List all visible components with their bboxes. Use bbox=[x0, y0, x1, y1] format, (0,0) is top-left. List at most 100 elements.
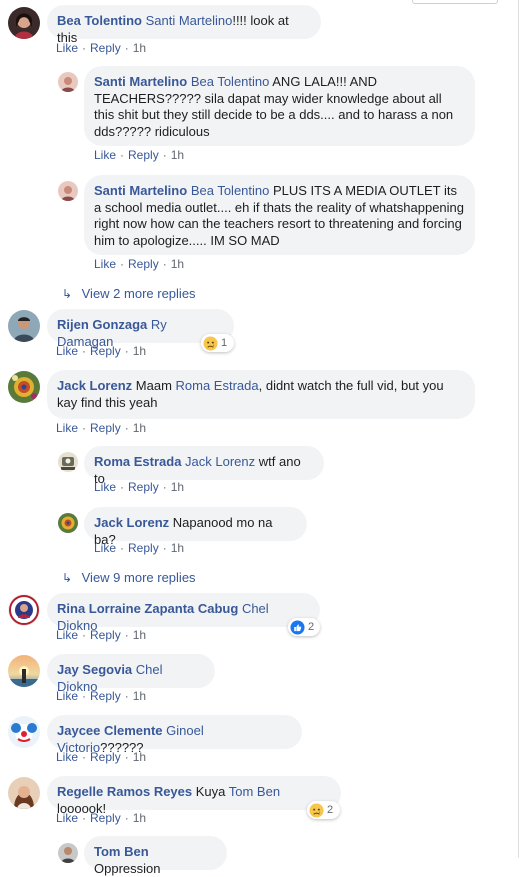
separator: · bbox=[82, 689, 87, 703]
view-more-replies-link[interactable]: ↳ View 2 more replies bbox=[62, 286, 196, 301]
separator: · bbox=[120, 480, 125, 494]
comment-time[interactable]: 1h bbox=[171, 480, 184, 494]
comment-time[interactable]: 1h bbox=[133, 344, 146, 358]
reply-link[interactable]: Reply bbox=[90, 750, 121, 764]
comment-time[interactable]: 1h bbox=[133, 628, 146, 642]
comment-bubble: Santi Martelino Bea Tolentino PLUS ITS A… bbox=[84, 175, 475, 255]
reply-link[interactable]: Reply bbox=[128, 541, 159, 555]
reaction-count: 2 bbox=[308, 621, 315, 633]
view-more-replies-label[interactable]: View 2 more replies bbox=[82, 286, 196, 301]
panel-border bbox=[518, 0, 519, 858]
like-link[interactable]: Like bbox=[94, 257, 116, 271]
comment-time[interactable]: 1h bbox=[133, 41, 146, 55]
avatar[interactable] bbox=[8, 594, 40, 626]
reply-link[interactable]: Reply bbox=[90, 689, 121, 703]
comment-bubble: Rina Lorraine Zapanta Cabug Chel Diokno bbox=[47, 593, 320, 633]
comment-author[interactable]: Santi Martelino bbox=[94, 74, 187, 89]
comment-time[interactable]: 1h bbox=[171, 148, 184, 162]
comment-bubble: Jack Lorenz Maam Roma Estrada, didnt wat… bbox=[47, 370, 475, 419]
comment-bubble: Tom Ben Oppression bbox=[84, 836, 227, 876]
like-link[interactable]: Like bbox=[56, 689, 78, 703]
reply-link[interactable]: Reply bbox=[90, 811, 121, 825]
separator: · bbox=[82, 811, 87, 825]
avatar[interactable] bbox=[8, 371, 40, 403]
comment-author[interactable]: Tom Ben bbox=[94, 844, 149, 859]
like-link[interactable]: Like bbox=[56, 41, 78, 55]
comment-actions: Like · Reply · 1h bbox=[94, 257, 184, 271]
comment-text-prefix: Maam bbox=[135, 378, 176, 393]
reaction-count: 1 bbox=[221, 337, 228, 349]
avatar[interactable] bbox=[8, 310, 40, 342]
avatar[interactable] bbox=[8, 716, 40, 748]
sad-emoji-icon bbox=[309, 802, 324, 818]
comment-time[interactable]: 1h bbox=[133, 750, 146, 764]
reply-link[interactable]: Reply bbox=[90, 421, 121, 435]
comment-mention[interactable]: Bea Tolentino bbox=[191, 183, 270, 198]
comment-bubble: Roma Estrada Jack Lorenz wtf ano to bbox=[84, 446, 324, 486]
comment-author[interactable]: Jaycee Clemente bbox=[57, 723, 163, 738]
view-more-replies-label[interactable]: View 9 more replies bbox=[82, 570, 196, 585]
view-more-replies-link[interactable]: ↳ View 9 more replies bbox=[62, 570, 196, 585]
comment-author[interactable]: Roma Estrada bbox=[94, 454, 181, 469]
comment-author[interactable]: Rina Lorraine Zapanta Cabug bbox=[57, 601, 238, 616]
like-link[interactable]: Like bbox=[94, 148, 116, 162]
like-link[interactable]: Like bbox=[56, 811, 78, 825]
comment-author[interactable]: Jay Segovia bbox=[57, 662, 132, 677]
comment-author[interactable]: Rijen Gonzaga bbox=[57, 317, 147, 332]
separator: · bbox=[120, 257, 125, 271]
comment-author[interactable]: Santi Martelino bbox=[94, 183, 187, 198]
comment-actions: Like · Reply · 1h bbox=[56, 689, 146, 703]
like-link[interactable]: Like bbox=[56, 628, 78, 642]
comment-bubble: Santi Martelino Bea Tolentino ANG LALA!!… bbox=[84, 66, 475, 146]
sad-emoji-icon bbox=[203, 335, 218, 351]
avatar[interactable] bbox=[58, 72, 78, 92]
comment-mention[interactable]: Jack Lorenz bbox=[185, 454, 255, 469]
comment-time[interactable]: 1h bbox=[171, 257, 184, 271]
comment-author[interactable]: Jack Lorenz bbox=[57, 378, 132, 393]
separator: · bbox=[124, 344, 129, 358]
separator: · bbox=[124, 421, 129, 435]
separator: · bbox=[82, 750, 87, 764]
comment-time[interactable]: 1h bbox=[133, 689, 146, 703]
top-tab bbox=[412, 0, 498, 4]
separator: · bbox=[162, 480, 167, 494]
comment-bubble: Jay Segovia Chel Diokno bbox=[47, 654, 215, 694]
comment-author[interactable]: Bea Tolentino bbox=[57, 13, 142, 28]
like-link[interactable]: Like bbox=[56, 750, 78, 764]
comment-mention[interactable]: Roma Estrada bbox=[176, 378, 259, 393]
avatar[interactable] bbox=[8, 777, 40, 809]
reply-link[interactable]: Reply bbox=[90, 41, 121, 55]
reaction-count: 2 bbox=[327, 804, 334, 816]
reply-link[interactable]: Reply bbox=[90, 628, 121, 642]
avatar[interactable] bbox=[8, 655, 40, 687]
avatar[interactable] bbox=[58, 513, 78, 533]
comment-author[interactable]: Jack Lorenz bbox=[94, 515, 169, 530]
comment-time[interactable]: 1h bbox=[133, 421, 146, 435]
comment-mention[interactable]: Santi Martelino bbox=[146, 13, 233, 28]
reply-link[interactable]: Reply bbox=[90, 344, 121, 358]
avatar[interactable] bbox=[58, 452, 78, 472]
comment-bubble: Jaycee Clemente Ginoel Victorio?????? bbox=[47, 715, 302, 755]
reply-link[interactable]: Reply bbox=[128, 148, 159, 162]
avatar[interactable] bbox=[8, 7, 40, 39]
avatar[interactable] bbox=[58, 843, 78, 863]
comment-text: Oppression bbox=[94, 860, 161, 876]
avatar[interactable] bbox=[58, 181, 78, 201]
separator: · bbox=[162, 257, 167, 271]
like-link[interactable]: Like bbox=[56, 421, 78, 435]
comment-time[interactable]: 1h bbox=[171, 541, 184, 555]
comment-mention[interactable]: Bea Tolentino bbox=[191, 74, 270, 89]
comment-author[interactable]: Regelle Ramos Reyes bbox=[57, 784, 192, 799]
like-link[interactable]: Like bbox=[94, 480, 116, 494]
reaction-badge[interactable]: 1 bbox=[201, 334, 234, 352]
like-link[interactable]: Like bbox=[56, 344, 78, 358]
like-link[interactable]: Like bbox=[94, 541, 116, 555]
comment-mention[interactable]: Tom Ben bbox=[229, 784, 280, 799]
reply-link[interactable]: Reply bbox=[128, 480, 159, 494]
reaction-badge[interactable]: 2 bbox=[288, 618, 320, 636]
comment-actions: Like · Reply · 1h bbox=[56, 811, 146, 825]
reply-link[interactable]: Reply bbox=[128, 257, 159, 271]
comment-time[interactable]: 1h bbox=[133, 811, 146, 825]
reply-arrow-icon: ↳ bbox=[62, 571, 73, 585]
reaction-badge[interactable]: 2 bbox=[307, 801, 340, 819]
